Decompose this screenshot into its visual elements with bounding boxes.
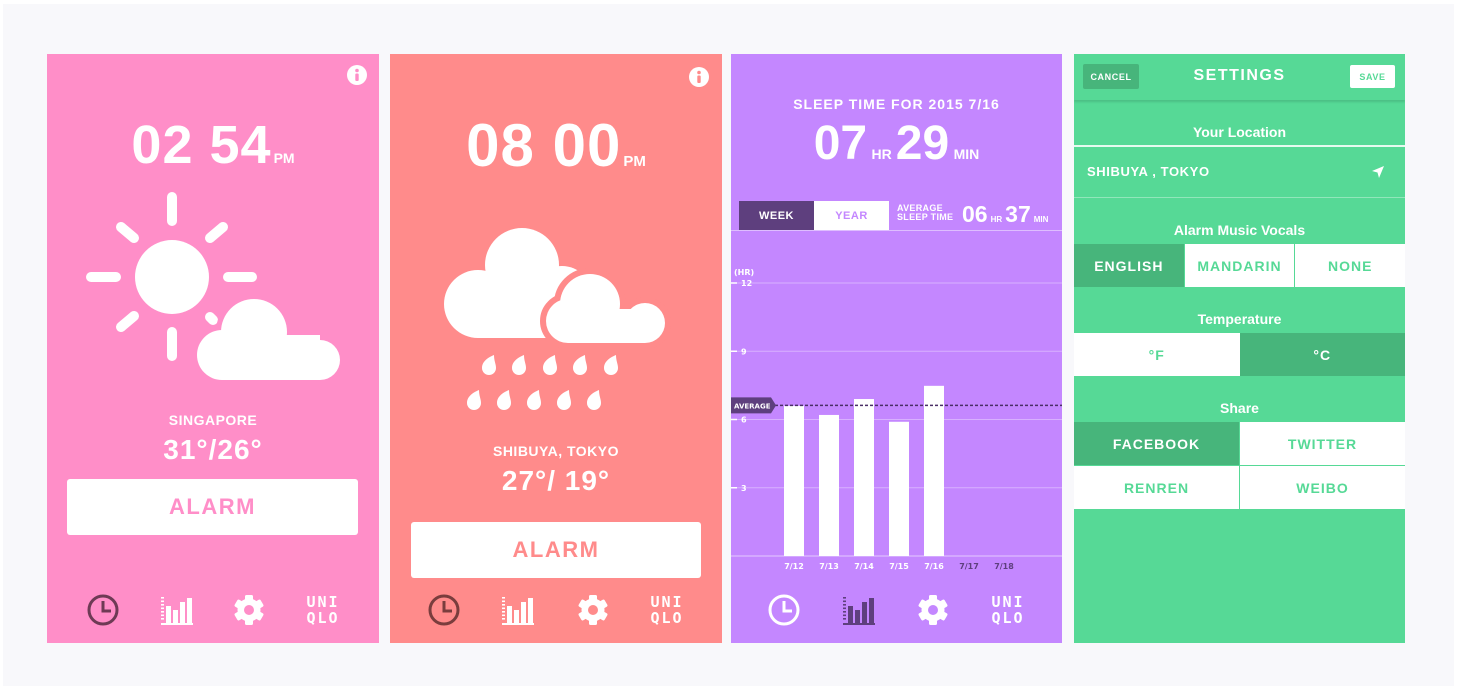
bar-chart-icon	[843, 597, 875, 625]
nav-settings[interactable]	[227, 588, 271, 632]
y-axis-label: (HR)	[734, 268, 754, 277]
bottom-nav: UNI QLO	[731, 588, 1062, 632]
share-options-row-1: FACEBOOK TWITTER	[1074, 422, 1405, 465]
time-digits: 02 54	[131, 115, 272, 175]
nav-clock[interactable]	[422, 588, 466, 632]
alarm-button[interactable]: ALARM	[67, 479, 358, 535]
y-tick-label: 3	[741, 484, 747, 493]
nav-settings[interactable]	[911, 588, 955, 632]
raindrops	[467, 355, 618, 410]
bar-chart-icon	[161, 597, 193, 625]
y-tick-label: 12	[741, 279, 752, 288]
sleep-bar-chart: (HR) 3 6 9 12 7/12 7/13 7/14 7/15 7/16 7/17 7/18 AV…	[731, 268, 1062, 571]
vocals-option-none[interactable]: NONE	[1295, 244, 1405, 287]
logo-line-2: QLO	[991, 609, 1025, 627]
logo-line-2: QLO	[306, 609, 340, 627]
bar-7-14	[854, 399, 874, 556]
y-tick-label: 9	[741, 347, 747, 356]
bar-chart-icon	[502, 597, 534, 625]
vocals-option-mandarin[interactable]: MANDARIN	[1184, 244, 1295, 287]
share-option-twitter[interactable]: TWITTER	[1240, 422, 1405, 465]
save-button[interactable]: SAVE	[1350, 65, 1395, 88]
gear-icon	[918, 595, 948, 625]
time-digits: 08 00	[466, 112, 622, 179]
share-heading: Share	[1220, 400, 1259, 416]
settings-screen: CANCEL SETTINGS SAVE Your Location SHIBU…	[1074, 54, 1405, 643]
city-name: SHIBUYA, TOKYO	[492, 443, 620, 459]
location-heading: Your Location	[1192, 124, 1287, 140]
sleep-screen: SLEEP TIME FOR 2015 7/16 07 HR29 MIN WEE…	[731, 54, 1062, 643]
share-option-weibo[interactable]: WEIBO	[1240, 466, 1405, 509]
gear-icon	[578, 595, 608, 625]
gear-icon	[234, 595, 264, 625]
nav-sleep-chart[interactable]	[496, 588, 540, 632]
x-tick-label: 7/13	[819, 562, 839, 571]
y-tick-label: 6	[741, 416, 747, 425]
partly-sunny-icon	[86, 192, 345, 385]
location-row[interactable]: SHIBUYA , TOKYO	[1074, 147, 1405, 197]
logo-line-2: QLO	[650, 609, 684, 627]
uniqlo-logo[interactable]: UNI QLO	[645, 588, 689, 632]
alarm-button[interactable]: ALARM	[411, 522, 701, 578]
vocals-heading: Alarm Music Vocals	[1173, 222, 1306, 238]
share-options-row-2: RENREN WEIBO	[1074, 466, 1405, 509]
temperature-options: °F °C	[1074, 333, 1405, 376]
info-icon[interactable]	[689, 67, 709, 87]
weather-screen-tokyo: 08 00 PM SHIBUYA, TOKYO 27°/ 19° ALARM U…	[390, 54, 722, 643]
bottom-nav: UNI QLO	[390, 588, 722, 632]
bar-7-15	[889, 421, 909, 556]
temperature-high-low: 27°/ 19°	[501, 465, 611, 496]
alarm-time: 08 00 PM	[390, 111, 722, 180]
bar-7-16	[924, 385, 944, 556]
uniqlo-logo[interactable]: UNI QLO	[986, 588, 1030, 632]
settings-header: CANCEL SETTINGS SAVE	[1074, 54, 1405, 100]
vocals-options: ENGLISH MANDARIN NONE	[1074, 244, 1405, 287]
bottom-nav: UNI QLO	[47, 588, 379, 632]
share-option-facebook[interactable]: FACEBOOK	[1074, 422, 1239, 465]
bar-7-13	[819, 414, 839, 556]
x-tick-label: 7/15	[889, 562, 909, 571]
bar-7-12	[784, 405, 804, 556]
average-tag-label: AVERAGE	[734, 402, 771, 410]
share-option-renren[interactable]: RENREN	[1074, 466, 1239, 509]
x-tick-label: 7/14	[854, 562, 874, 571]
nav-sleep-chart[interactable]	[837, 588, 881, 632]
nav-settings[interactable]	[571, 588, 615, 632]
x-tick-label: 7/18	[994, 562, 1014, 571]
time-ampm: PM	[623, 153, 646, 170]
x-tick-label: 7/12	[784, 562, 804, 571]
x-tick-label: 7/17	[959, 562, 979, 571]
nav-sleep-chart[interactable]	[155, 588, 199, 632]
temperature-option-celsius[interactable]: °C	[1239, 333, 1405, 376]
clock-icon	[428, 594, 460, 626]
logo-line-1: UNI	[650, 593, 684, 611]
vocals-option-english[interactable]: ENGLISH	[1074, 244, 1184, 287]
temperature-heading: Temperature	[1197, 311, 1282, 327]
location-value: SHIBUYA , TOKYO	[1087, 164, 1210, 179]
logo-line-1: UNI	[306, 593, 340, 611]
time-ampm: PM	[273, 150, 295, 166]
info-icon[interactable]	[347, 65, 367, 85]
uniqlo-logo[interactable]: UNI QLO	[301, 588, 345, 632]
current-time: 02 54 PM	[47, 114, 379, 176]
clock-icon	[87, 594, 119, 626]
temperature-option-fahrenheit[interactable]: °F	[1074, 333, 1240, 376]
clock-icon	[768, 594, 800, 626]
x-tick-label: 7/16	[924, 562, 944, 571]
logo-line-1: UNI	[991, 593, 1025, 611]
location-arrow-icon[interactable]	[1371, 165, 1385, 179]
city-name: SINGAPORE	[168, 412, 258, 428]
nav-clock[interactable]	[762, 588, 806, 632]
weather-screen-singapore: 02 54 PM SINGAPORE 31°/26° ALARM UNI QLO	[47, 54, 379, 643]
nav-clock[interactable]	[81, 588, 125, 632]
temperature-high-low: 31°/26°	[163, 434, 263, 465]
rain-icon	[444, 228, 671, 410]
divider	[1074, 197, 1405, 198]
